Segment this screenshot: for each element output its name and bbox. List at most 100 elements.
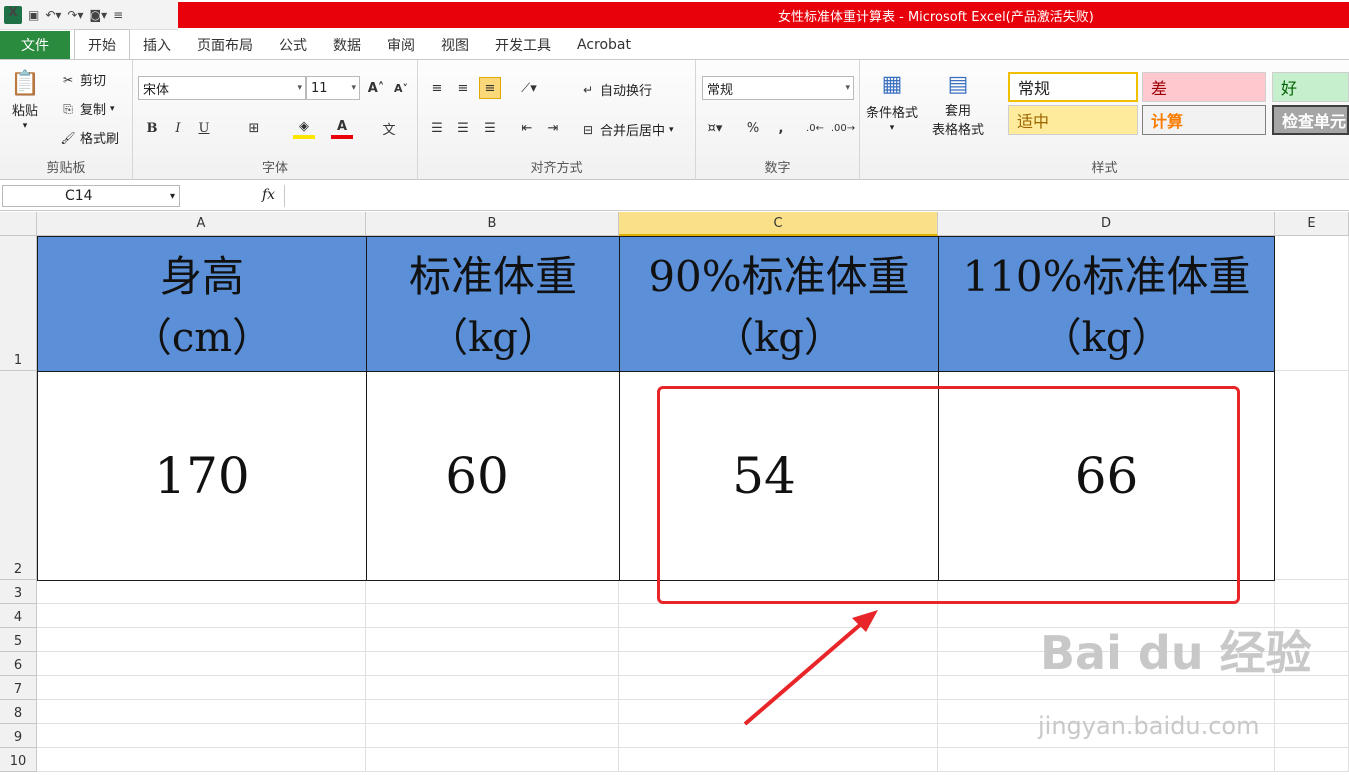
tab-insert[interactable]: 插入 bbox=[130, 31, 184, 59]
excel-icon[interactable]: X bbox=[4, 5, 22, 24]
column-header-b[interactable]: B bbox=[366, 212, 619, 236]
shrink-font-button[interactable]: A˅ bbox=[390, 77, 412, 99]
cell-b4[interactable] bbox=[366, 604, 619, 628]
font-name-select[interactable]: 宋体 ▾ bbox=[138, 76, 306, 100]
style-neutral[interactable]: 适中 bbox=[1008, 105, 1138, 135]
select-all-corner[interactable] bbox=[0, 212, 37, 236]
style-good[interactable]: 好 bbox=[1272, 72, 1349, 102]
row-header-8[interactable]: 8 bbox=[0, 700, 37, 724]
row-header-6[interactable]: 6 bbox=[0, 652, 37, 676]
row-header-7[interactable]: 7 bbox=[0, 676, 37, 700]
phonetic-icon[interactable]: 文 bbox=[378, 117, 400, 139]
cell-e9[interactable] bbox=[1275, 724, 1349, 748]
tab-developer[interactable]: 开发工具 bbox=[482, 31, 564, 59]
cell-c9[interactable] bbox=[619, 724, 938, 748]
cell-d10[interactable] bbox=[938, 748, 1275, 772]
cell-d3[interactable] bbox=[938, 580, 1275, 604]
decrease-indent-icon[interactable]: ⇤ bbox=[516, 117, 538, 139]
tab-home[interactable]: 开始 bbox=[74, 29, 130, 59]
tab-acrobat[interactable]: Acrobat bbox=[564, 31, 644, 59]
font-color-icon[interactable]: A bbox=[331, 117, 353, 139]
cell-a2[interactable]: 170 bbox=[37, 371, 367, 581]
undo-icon[interactable]: ↶▾ bbox=[45, 9, 61, 21]
cell-a6[interactable] bbox=[37, 652, 366, 676]
grow-font-button[interactable]: A˄ bbox=[365, 77, 387, 99]
row-header-5[interactable]: 5 bbox=[0, 628, 37, 652]
tab-view[interactable]: 视图 bbox=[428, 31, 482, 59]
tab-data[interactable]: 数据 bbox=[320, 31, 374, 59]
cell-e2[interactable] bbox=[1275, 371, 1349, 580]
cell-b7[interactable] bbox=[366, 676, 619, 700]
conditional-format-button[interactable]: ▦ 条件格式 ▾ bbox=[866, 70, 918, 133]
borders-icon[interactable]: ⊞ bbox=[243, 117, 265, 139]
cell-b10[interactable] bbox=[366, 748, 619, 772]
column-header-e[interactable]: E bbox=[1275, 212, 1349, 236]
row-header-1[interactable]: 1 bbox=[0, 236, 37, 371]
function-icon[interactable]: fx bbox=[262, 187, 275, 203]
cell-b1[interactable]: 标准体重 （kg） bbox=[366, 236, 620, 372]
save-icon[interactable]: ▣ bbox=[28, 9, 39, 21]
cell-b6[interactable] bbox=[366, 652, 619, 676]
cell-a9[interactable] bbox=[37, 724, 366, 748]
tab-review[interactable]: 审阅 bbox=[374, 31, 428, 59]
cell-c7[interactable] bbox=[619, 676, 938, 700]
cell-e3[interactable] bbox=[1275, 580, 1349, 604]
cell-a8[interactable] bbox=[37, 700, 366, 724]
increase-decimal-icon[interactable]: .0← bbox=[804, 117, 826, 139]
cell-a5[interactable] bbox=[37, 628, 366, 652]
cell-e8[interactable] bbox=[1275, 700, 1349, 724]
row-header-10[interactable]: 10 bbox=[0, 748, 37, 772]
cell-a1[interactable]: 身高 （cm） bbox=[37, 236, 367, 372]
cell-a4[interactable] bbox=[37, 604, 366, 628]
cell-b5[interactable] bbox=[366, 628, 619, 652]
formula-input[interactable] bbox=[284, 185, 1347, 207]
cell-d1[interactable]: 110%标准体重 （kg） bbox=[938, 236, 1275, 372]
cell-c8[interactable] bbox=[619, 700, 938, 724]
style-calculation[interactable]: 计算 bbox=[1142, 105, 1266, 135]
align-center-icon[interactable]: ☰ bbox=[452, 117, 474, 139]
currency-icon[interactable]: ¤▾ bbox=[704, 117, 726, 139]
italic-button[interactable]: I bbox=[167, 117, 189, 139]
align-middle-icon[interactable]: ≡ bbox=[452, 77, 474, 99]
cell-e1[interactable] bbox=[1275, 236, 1349, 371]
cut-button[interactable]: ✂ 剪切 bbox=[60, 70, 106, 90]
decrease-decimal-icon[interactable]: .00→ bbox=[831, 117, 855, 139]
orientation-icon[interactable]: ⟋▾ bbox=[518, 77, 540, 99]
cell-e10[interactable] bbox=[1275, 748, 1349, 772]
fill-color-icon[interactable]: ◈ bbox=[293, 117, 315, 139]
format-painter-button[interactable]: 🖌 格式刷 bbox=[60, 128, 119, 148]
row-header-2[interactable]: 2 bbox=[0, 371, 37, 580]
align-right-icon[interactable]: ☰ bbox=[479, 117, 501, 139]
style-normal[interactable]: 常规 bbox=[1008, 72, 1138, 102]
cell-e4[interactable] bbox=[1275, 604, 1349, 628]
cell-c5[interactable] bbox=[619, 628, 938, 652]
tab-formulas[interactable]: 公式 bbox=[266, 31, 320, 59]
cell-c2[interactable]: 54 bbox=[619, 371, 939, 581]
percent-button[interactable]: % bbox=[742, 117, 764, 139]
cell-d2[interactable]: 66 bbox=[938, 371, 1275, 581]
cell-b3[interactable] bbox=[366, 580, 619, 604]
format-as-table-button[interactable]: ▤ 套用 表格格式 bbox=[932, 70, 984, 138]
number-format-select[interactable]: 常规 ▾ bbox=[702, 76, 854, 100]
cell-b2[interactable]: 60 bbox=[366, 371, 620, 581]
cell-a7[interactable] bbox=[37, 676, 366, 700]
cell-b8[interactable] bbox=[366, 700, 619, 724]
cell-c4[interactable] bbox=[619, 604, 938, 628]
row-header-3[interactable]: 3 bbox=[0, 580, 37, 604]
align-left-icon[interactable]: ☰ bbox=[426, 117, 448, 139]
cell-a10[interactable] bbox=[37, 748, 366, 772]
align-bottom-icon[interactable]: ≡ bbox=[479, 77, 501, 99]
cell-d4[interactable] bbox=[938, 604, 1275, 628]
wrap-text-button[interactable]: ↵ 自动换行 bbox=[580, 80, 652, 100]
cell-a3[interactable] bbox=[37, 580, 366, 604]
tab-file[interactable]: 文件 bbox=[0, 31, 70, 59]
redo-icon[interactable]: ↷▾ bbox=[67, 9, 83, 21]
cell-c10[interactable] bbox=[619, 748, 938, 772]
customize-icon[interactable]: ≡ bbox=[113, 9, 123, 21]
bold-button[interactable]: B bbox=[141, 117, 163, 139]
tab-page-layout[interactable]: 页面布局 bbox=[184, 31, 266, 59]
merge-center-button[interactable]: ⊟ 合并后居中 ▾ bbox=[580, 120, 674, 140]
align-top-icon[interactable]: ≡ bbox=[426, 77, 448, 99]
increase-indent-icon[interactable]: ⇥ bbox=[542, 117, 564, 139]
camera-icon[interactable]: ◙▾ bbox=[90, 9, 108, 21]
